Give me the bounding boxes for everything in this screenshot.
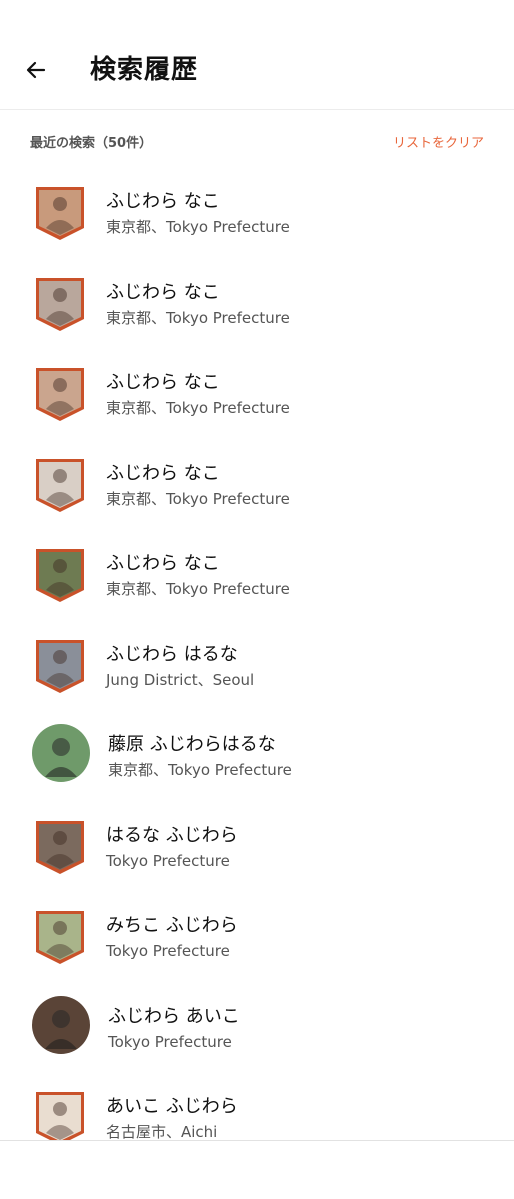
list-item[interactable]: ふじわら なこ東京都、Tokyo Prefecture	[0, 259, 514, 349]
result-location: Tokyo Prefecture	[106, 942, 230, 960]
result-name: 藤原 ふじわらはるな	[108, 734, 276, 755]
result-name: ふじわら なこ	[106, 463, 220, 484]
result-location: Jung District、Seoul	[106, 671, 255, 689]
list-item[interactable]: ふじわら なこ東京都、Tokyo Prefecture	[0, 530, 514, 620]
list-item[interactable]: はるな ふじわら Tokyo Prefecture	[0, 802, 514, 892]
header-bar: 検索履歴	[0, 0, 514, 110]
result-name: ふじわら なこ	[106, 191, 220, 212]
avatar	[33, 818, 87, 876]
avatar	[33, 365, 87, 423]
recent-searches-title: 最近の検索（50件）	[30, 136, 153, 151]
list-item[interactable]: ふじわら なこ東京都、Tokyo Prefecture	[0, 168, 514, 258]
avatar	[33, 275, 87, 333]
result-name: ふじわら なこ	[106, 282, 220, 303]
result-name: あいこ ふじわら	[106, 1096, 238, 1117]
avatar	[33, 456, 87, 514]
divider	[0, 1140, 514, 1141]
avatar	[33, 908, 87, 966]
list-item[interactable]: ふじわら はるな Jung District、Seoul	[0, 621, 514, 711]
avatar	[33, 184, 87, 242]
result-name: ふじわら はるな	[106, 644, 238, 665]
result-name: はるな ふじわら	[106, 825, 238, 846]
back-button[interactable]	[20, 54, 52, 86]
avatar	[31, 723, 91, 783]
result-location: 東京都、Tokyo Prefecture	[106, 490, 290, 508]
list-item[interactable]: 藤原 ふじわらはるな 東京都、Tokyo Prefecture	[0, 711, 514, 801]
avatar	[33, 546, 87, 604]
result-name: みちこ ふじわら	[106, 915, 238, 936]
result-location: Tokyo Prefecture	[106, 852, 230, 870]
arrow-left-icon	[26, 61, 46, 79]
list-item[interactable]: あいこ ふじわら名古屋市、Aichi	[0, 1073, 514, 1140]
list-item[interactable]: みちこ ふじわら Tokyo Prefecture	[0, 892, 514, 982]
result-name: ふじわら なこ	[106, 553, 220, 574]
result-location: Tokyo Prefecture	[108, 1033, 232, 1051]
result-name: ふじわら あいこ	[108, 1006, 240, 1027]
search-history-list: ふじわら なこ 東京都、Tokyo Prefecture ふじわら なこ 東京都、To…	[0, 168, 514, 1140]
avatar	[33, 637, 87, 695]
list-item[interactable]: ふじわら あいこ Tokyo Prefecture	[0, 983, 514, 1073]
page-title: 検索履歴	[90, 55, 199, 85]
avatar	[33, 1089, 87, 1140]
result-name: ふじわら なこ	[106, 372, 220, 393]
result-location: 東京都、Tokyo Prefecture	[106, 309, 290, 327]
result-location: 東京都、Tokyo Prefecture	[106, 580, 290, 598]
list-item[interactable]: ふじわら なこ東京都、Tokyo Prefecture	[0, 349, 514, 439]
result-location: 名古屋市、Aichi	[106, 1123, 218, 1140]
result-location: 東京都、Tokyo Prefecture	[106, 218, 290, 236]
list-item[interactable]: ふじわら なこ東京都、Tokyo Prefecture	[0, 440, 514, 530]
result-location: 東京都、Tokyo Prefecture	[106, 399, 290, 417]
clear-list-button[interactable]: リストをクリア	[393, 134, 484, 154]
result-location: 東京都、Tokyo Prefecture	[108, 761, 292, 779]
recent-searches-header: 最近の検索（50件） リストをクリア	[0, 128, 514, 160]
avatar	[31, 995, 91, 1055]
